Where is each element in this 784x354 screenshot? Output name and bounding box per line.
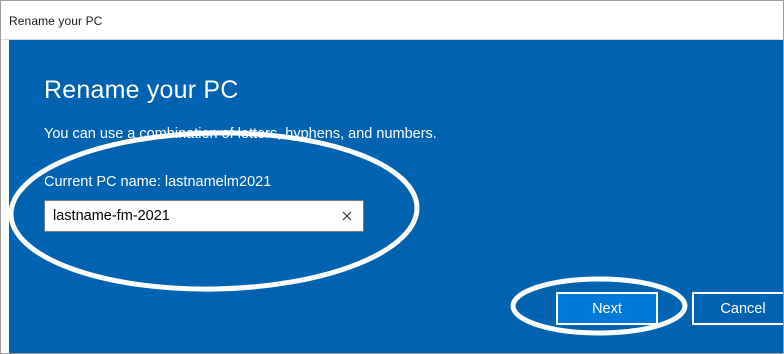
next-button[interactable]: Next: [556, 292, 658, 325]
instructions-text: You can use a combination of letters, hy…: [44, 126, 437, 142]
cancel-button[interactable]: Cancel: [692, 292, 783, 325]
window-title: Rename your PC: [9, 14, 103, 28]
rename-pc-panel: Rename your PC You can use a combination…: [9, 40, 783, 353]
close-icon[interactable]: [339, 208, 355, 224]
new-pc-name-field[interactable]: [44, 200, 364, 232]
title-bar: Rename your PC: [1, 1, 783, 40]
clear-x-glyph: [342, 211, 352, 221]
page-title: Rename your PC: [44, 76, 239, 104]
rename-pc-window: Rename your PC Rename your PC You can us…: [0, 0, 784, 354]
new-pc-name-input[interactable]: [45, 201, 325, 231]
current-pc-name-label: Current PC name: lastnamelm2021: [44, 174, 272, 190]
